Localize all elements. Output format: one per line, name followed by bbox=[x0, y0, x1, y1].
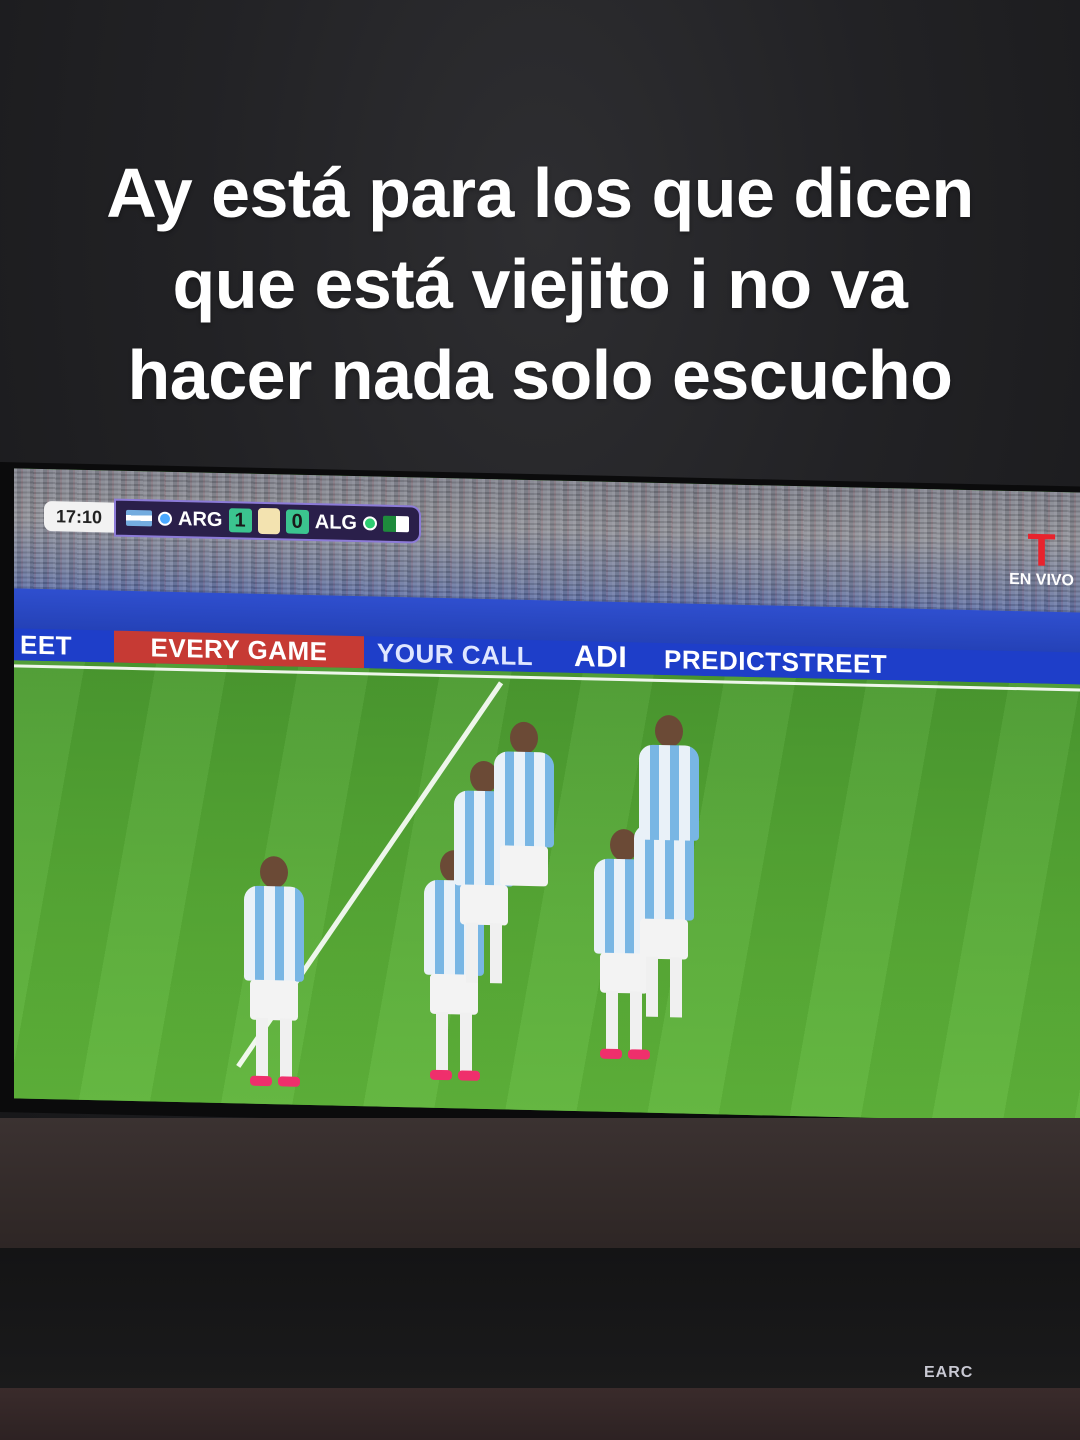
ad-board-4: ADI bbox=[574, 640, 628, 675]
player-1 bbox=[244, 855, 304, 1097]
device-label: EARC bbox=[924, 1364, 974, 1381]
caption-line-3: hacer nada solo escucho bbox=[127, 336, 953, 414]
football-pitch bbox=[14, 660, 1080, 1123]
score-teams: ARG 1 0 ALG bbox=[114, 498, 421, 544]
broadcaster-badge: T EN VIVO bbox=[1009, 523, 1074, 590]
algeria-flag-icon bbox=[382, 515, 409, 533]
home-score: 1 bbox=[228, 508, 252, 533]
match-clock: 17:10 bbox=[44, 500, 115, 533]
live-label: EN VIVO bbox=[1009, 570, 1074, 590]
tournament-cup-icon bbox=[257, 507, 280, 535]
television: EET EVERY GAME YOUR CALL ADI PREDICTSTRE… bbox=[0, 462, 1080, 1137]
player-4 bbox=[494, 721, 554, 962]
cabinet-base bbox=[0, 1248, 1080, 1388]
video-caption: Ay está para los que dicen que está viej… bbox=[40, 148, 1040, 421]
floor bbox=[0, 1388, 1080, 1440]
team-dot-icon bbox=[158, 511, 173, 526]
tv-screen: EET EVERY GAME YOUR CALL ADI PREDICTSTRE… bbox=[14, 468, 1080, 1123]
caption-line-2: que está viejito i no va bbox=[172, 245, 908, 323]
player-7 bbox=[639, 714, 699, 856]
home-team: ARG bbox=[178, 507, 223, 531]
away-score: 0 bbox=[285, 509, 309, 535]
telemundo-logo-icon: T bbox=[1027, 523, 1056, 576]
argentina-flag-icon bbox=[126, 509, 153, 527]
tv-stand bbox=[0, 1118, 1080, 1248]
team-dot-icon bbox=[362, 516, 377, 531]
ad-board-1: EET bbox=[20, 628, 73, 661]
away-team: ALG bbox=[314, 510, 357, 534]
caption-line-1: Ay está para los que dicen bbox=[106, 154, 974, 232]
ad-board-3: YOUR CALL bbox=[376, 637, 534, 671]
